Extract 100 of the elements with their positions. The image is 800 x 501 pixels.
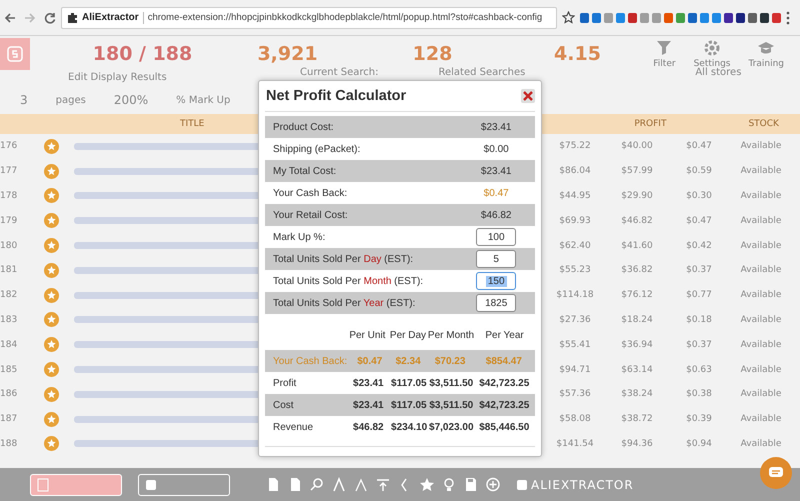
markup-label: % Mark Up — [176, 94, 230, 106]
table-cell-text: $23.41 — [352, 400, 385, 410]
toolbar-button[interactable]: Filter — [653, 39, 676, 69]
toolbar-button[interactable]: Settings — [694, 39, 730, 69]
stat-value: 180 / 188 — [92, 43, 194, 65]
store-filter[interactable]: All stores — [695, 67, 742, 78]
markup-value[interactable]: 200% — [114, 93, 148, 107]
table-cell: $234.10 — [391, 422, 426, 432]
row-number: 177 — [0, 166, 18, 176]
table-cell-text: $38.72 — [620, 414, 654, 424]
input-field[interactable]: 1825 — [476, 294, 516, 312]
table-cell-text: $55.41 — [558, 340, 592, 350]
table-cell-text: $42,723.25 — [478, 378, 530, 388]
value-text: $0.00 — [482, 144, 510, 154]
column-header: Per Month — [428, 330, 474, 340]
row-number: 181 — [0, 265, 18, 276]
table-cell-text: $69.93 — [558, 216, 592, 226]
table-cell-text: Available — [740, 141, 782, 152]
table-cell-text: $94.71 — [558, 364, 592, 375]
table-cell-text: Available — [740, 438, 782, 449]
row-number: 176 — [0, 141, 18, 152]
search-tab[interactable]: Related Searches — [438, 67, 526, 78]
dialog-title: Net Profit Calculator — [265, 88, 406, 104]
row-number: 187 — [0, 414, 18, 424]
value-text: $23.41 — [480, 122, 512, 132]
table-cell-text: $0.59 — [685, 166, 713, 176]
stat-value: 4.15 — [553, 43, 602, 65]
table-cell-text: $0.37 — [685, 265, 713, 276]
table-cell-text: $46.82 — [352, 422, 385, 432]
address-bar[interactable]: AliExtractor chrome-extension://hhopcjpinbkkodkckglbhodepblakcle/html/popup.html?sto#cashback-config — [61, 6, 557, 28]
table-cell-text: $0.39 — [685, 414, 713, 424]
table-cell-text: $57.99 — [620, 166, 654, 176]
table-cell-text: $854.47 — [484, 356, 523, 366]
table-cell-text: $42,723.25 — [478, 400, 530, 410]
table-cell-text: $38.24 — [620, 389, 654, 400]
table-cell-text: Available — [740, 290, 782, 300]
table-cell-text: $44.95 — [558, 190, 592, 201]
stat-value: 3,921 — [256, 43, 319, 65]
section-title: Edit Display Results — [67, 72, 168, 83]
table-cell-text: Available — [740, 364, 782, 375]
brand-name: ALIEXTRACTOR — [531, 478, 634, 492]
table-cell-text: Available — [740, 240, 782, 251]
table-cell-text: $0.30 — [685, 190, 713, 201]
search-tab[interactable]: Current Search: — [300, 67, 378, 78]
table-cell: $117.05 — [391, 378, 426, 388]
table-cell-text: Available — [740, 414, 782, 424]
value-text: $23.41 — [480, 166, 512, 176]
row-number: 184 — [0, 340, 18, 350]
site-name: AliExtractor — [82, 12, 139, 23]
table-cell-text: $57.36 — [558, 389, 592, 400]
table-cell-text: $0.37 — [685, 340, 713, 350]
table-cell-text: $40.00 — [620, 141, 654, 152]
table-cell-text: Available — [740, 166, 782, 176]
row-number: 179 — [0, 216, 18, 226]
table-cell-text: Available — [740, 190, 782, 201]
input-field[interactable]: 5 — [476, 250, 516, 268]
table-cell-text: $36.94 — [620, 340, 654, 350]
toolbar-button[interactable]: Training — [748, 39, 784, 69]
table-cell: $117.05 — [391, 400, 426, 410]
table-cell-text: Available — [740, 265, 782, 276]
pages-label: pages — [56, 94, 86, 106]
column-header: Per Unit — [348, 330, 386, 340]
row-label: Cost — [272, 400, 295, 410]
table-cell-text: $2.34 — [394, 356, 422, 366]
table-cell-text: $63.14 — [620, 364, 654, 375]
table-cell-text: $0.77 — [685, 290, 713, 300]
field-label: Shipping (ePacket): — [272, 144, 362, 154]
table-cell-text: $0.42 — [685, 240, 713, 251]
field-label: Your Cash Back: — [272, 188, 348, 198]
table-cell-text: Available — [740, 314, 782, 325]
table-cell: $3,511.50 — [429, 400, 474, 410]
input-field[interactable]: 100 — [476, 228, 516, 246]
table-cell-text: $76.12 — [620, 290, 654, 300]
field-label: Total Units Sold Per Month (EST): — [272, 276, 424, 286]
column-header: PROFIT — [634, 119, 666, 129]
cashback-value: $0.47 — [482, 188, 510, 198]
url-text: chrome-extension://hhopcjpinbkkodkckglbhodepblakcle/html/popup.html?sto#cashback-config — [148, 12, 542, 23]
row-number: 178 — [0, 190, 18, 201]
table-cell: $3,511.50 — [429, 378, 474, 388]
row-number: 186 — [0, 389, 18, 400]
table-cell-text: $141.54 — [555, 438, 595, 449]
row-label: Your Cash Back: — [272, 356, 348, 366]
table-cell-text: $29.90 — [620, 190, 654, 201]
stat-value: 128 — [412, 43, 454, 65]
table-cell-text: $70.23 — [434, 356, 466, 366]
table-cell: $7,023.00 — [429, 422, 474, 432]
table-cell-text: Available — [740, 216, 782, 226]
field-label: Mark Up %: — [272, 232, 326, 242]
row-number: 185 — [0, 364, 18, 375]
value-text: $46.82 — [480, 210, 512, 220]
table-cell-text: $41.60 — [620, 240, 654, 251]
input-field[interactable]: 150 — [476, 272, 516, 290]
column-header: STOCK — [748, 119, 779, 129]
table-cell-text: $0.47 — [356, 356, 384, 366]
row-label: Profit — [272, 378, 298, 388]
column-header: TITLE — [180, 119, 204, 129]
pages-value[interactable]: 3 — [20, 93, 28, 107]
row-number: 182 — [0, 290, 18, 300]
row-number: 180 — [0, 240, 18, 251]
table-cell-text: $85,446.50 — [478, 422, 530, 432]
